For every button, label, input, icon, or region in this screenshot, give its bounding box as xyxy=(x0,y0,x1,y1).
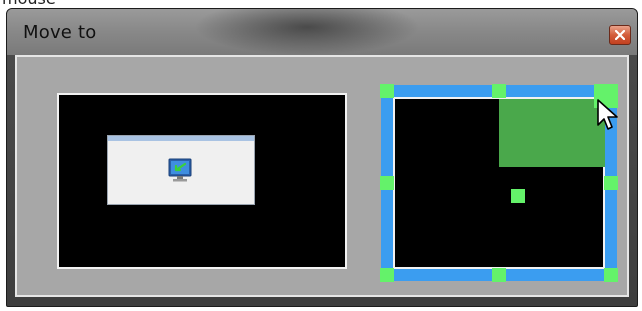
title-bar[interactable]: Move to xyxy=(7,9,637,55)
handle-middle-right[interactable] xyxy=(604,176,618,190)
monitor-left[interactable] xyxy=(57,93,347,269)
close-button[interactable] xyxy=(609,25,631,45)
move-to-dialog: Move to xyxy=(6,8,638,307)
handle-bottom-right[interactable] xyxy=(604,268,618,282)
handle-bottom-left[interactable] xyxy=(380,268,394,282)
monitor-right[interactable] xyxy=(393,97,605,269)
handle-top-right[interactable] xyxy=(594,84,618,108)
monitor-selection-area xyxy=(15,55,629,297)
current-window-preview xyxy=(107,135,255,205)
window-title: Move to xyxy=(23,22,97,43)
close-icon xyxy=(615,30,625,40)
handle-top-left[interactable] xyxy=(380,84,394,98)
handle-middle-left[interactable] xyxy=(380,176,394,190)
target-position-area[interactable] xyxy=(499,99,605,167)
handle-top-center[interactable] xyxy=(492,84,506,98)
monitor-right-selected[interactable] xyxy=(380,84,618,282)
handle-bottom-center[interactable] xyxy=(492,268,506,282)
center-position-handle[interactable] xyxy=(511,189,525,203)
monitor-arrow-icon xyxy=(168,158,192,182)
mini-window-title-bar xyxy=(108,136,254,141)
